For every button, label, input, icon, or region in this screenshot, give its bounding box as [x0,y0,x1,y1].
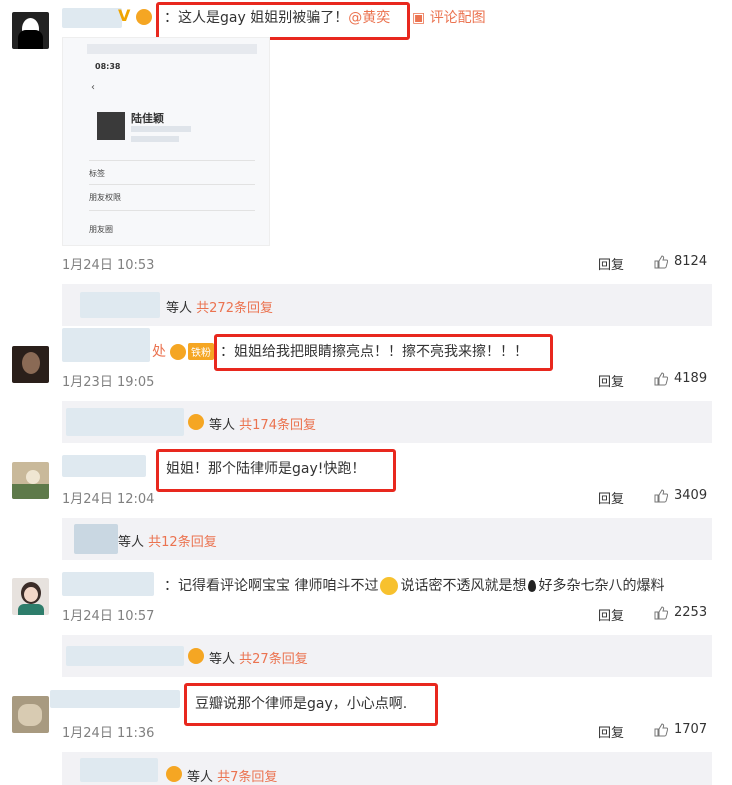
image-icon: ▣ [412,10,426,26]
sub-reply-users-blurred [66,646,184,666]
sub-reply-summary[interactable]: 等人 共174条回复 [209,414,316,433]
comment-date: 1月24日 10:53 [62,258,155,273]
sub-replies[interactable] [62,752,712,785]
comment-date: 1月24日 11:36 [62,726,155,741]
crown-badge-icon [166,766,182,782]
username-blurred[interactable] [62,455,146,477]
sub-reply-users-blurred [66,408,184,436]
username-suffix[interactable]: 处 [152,343,166,361]
crown-badge-icon [188,414,204,430]
sub-reply-users-blurred [74,524,118,554]
username-blurred[interactable] [50,690,180,708]
thumb-up-icon [654,605,668,619]
pic-row-tag: 标签 [89,169,105,178]
profile-name: 陆佳颖 [131,112,164,125]
like-button[interactable]: 4189 [654,371,707,386]
like-count: 8124 [674,254,708,269]
like-button[interactable]: 2253 [654,605,707,620]
thumb-up-icon [654,371,668,385]
sub-reply-summary[interactable]: 等人 共27条回复 [209,648,308,667]
thumb-up-icon [654,254,668,268]
sub-reply-summary[interactable]: 等人 共7条回复 [187,766,277,785]
pic-row-friends: 朋友权限 [89,193,121,202]
avatar[interactable] [12,12,49,49]
crown-badge-icon [170,344,186,360]
sub-reply-summary[interactable]: 等人 共272条回复 [166,297,273,316]
highlight-box [156,2,410,40]
phone-time: 08:38 [95,62,121,71]
verified-v-icon: V [118,6,131,25]
reply-button[interactable]: 回复 [598,371,624,390]
avatar[interactable] [12,462,49,499]
reply-button[interactable]: 回复 [598,605,624,624]
avatar[interactable] [12,346,49,383]
comment-text: ：记得看评论啊宝宝 律师咱斗不过 说话密不透风就是想 好多杂七杂八的爆料 [164,577,665,595]
reply-button[interactable]: 回复 [598,488,624,507]
comment-date: 1月24日 12:04 [62,492,155,507]
like-button[interactable]: 3409 [654,488,707,503]
like-count: 4189 [674,371,708,386]
like-count: 2253 [674,605,708,620]
crown-badge-icon [136,9,152,25]
thumb-up-icon [654,722,668,736]
sub-reply-users-blurred [80,292,160,318]
sub-reply-users-blurred [80,758,158,782]
like-count: 3409 [674,488,708,503]
avatar[interactable] [12,578,49,615]
avatar[interactable] [12,696,49,733]
comment-date: 1月23日 19:05 [62,375,155,390]
like-button[interactable]: 1707 [654,722,707,737]
emoji-icon [380,577,399,595]
fire-icon [528,580,537,592]
reply-button[interactable]: 回复 [598,722,624,741]
highlight-box [214,334,553,371]
pic-comment-action[interactable]: ▣ 评论配图 [412,9,486,27]
username-blurred[interactable] [62,8,122,28]
username-blurred[interactable] [62,572,154,596]
like-button[interactable]: 8124 [654,254,707,269]
highlight-box [156,449,396,492]
pic-row-moments: 朋友圈 [89,225,113,234]
like-count: 1707 [674,722,708,737]
reply-button[interactable]: 回复 [598,254,624,273]
thumb-up-icon [654,488,668,502]
username-blurred[interactable] [62,328,150,362]
crown-badge-icon [188,648,204,664]
fan-badge: 铁粉 [188,343,214,360]
back-icon: ‹ [91,82,95,93]
comment-image[interactable]: 08:38 ‹ 陆佳颖 标签 朋友权限 朋友圈 [62,37,270,246]
highlight-box [184,683,438,726]
profile-photo [97,112,125,140]
sub-reply-summary[interactable]: 等人 共12条回复 [118,531,217,550]
comment-date: 1月24日 10:57 [62,609,155,624]
